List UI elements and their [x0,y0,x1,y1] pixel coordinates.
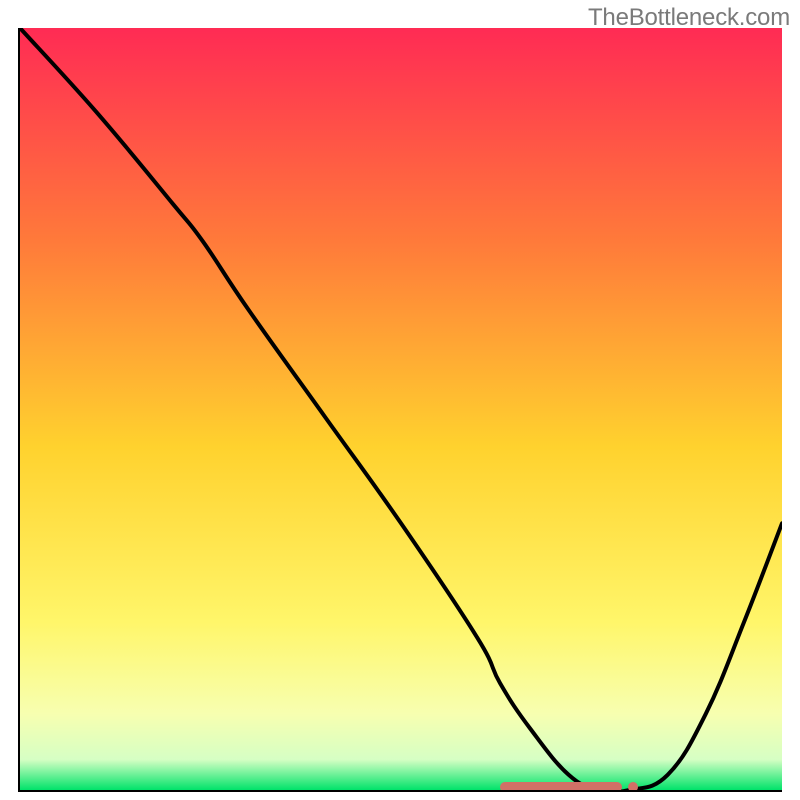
watermark-text: TheBottleneck.com [588,4,790,32]
chart-stage: TheBottleneck.com [0,0,800,800]
axes-frame [18,28,782,792]
